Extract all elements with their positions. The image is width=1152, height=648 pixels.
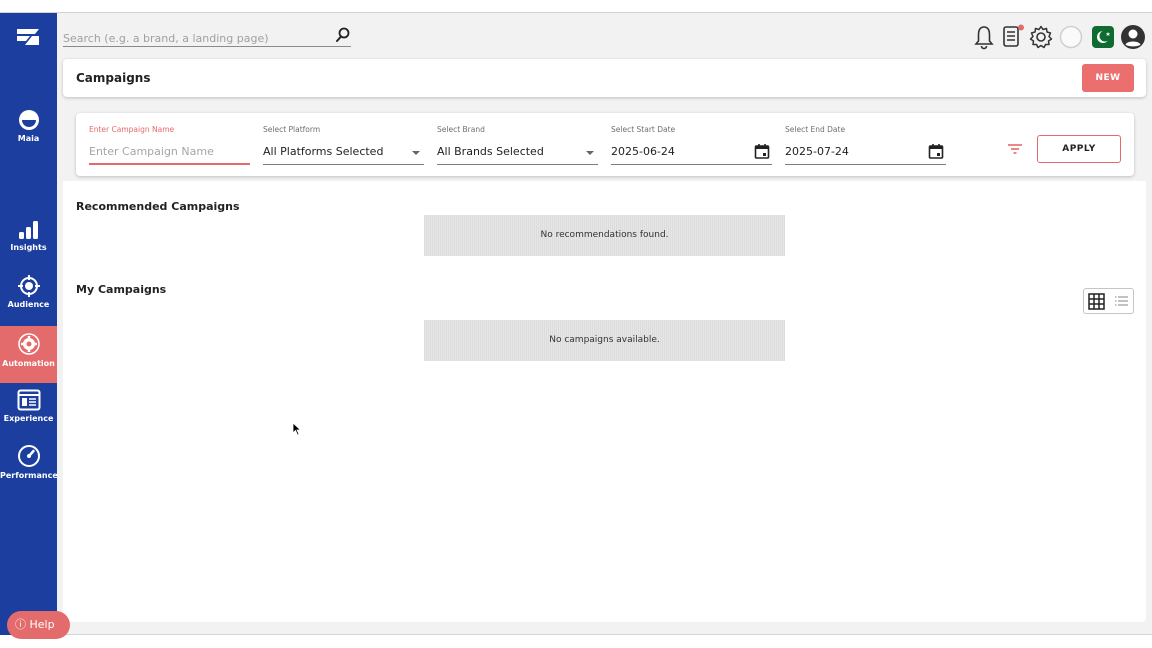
start-date-value: 2025-06-24 — [611, 145, 675, 158]
sidebar-item-insights[interactable]: Insights — [0, 220, 57, 268]
recommendations-empty-state: No recommendations found. — [424, 215, 785, 256]
gear-icon[interactable] — [1028, 23, 1054, 51]
campaign-name-label: Enter Campaign Name — [89, 125, 175, 134]
sidebar-item-performance[interactable]: Performance — [0, 444, 58, 496]
help-label: ⓘ Help — [15, 618, 55, 631]
page-header-card: Campaigns NEW — [63, 59, 1146, 97]
sidebar-item-label: Insights — [10, 243, 47, 252]
start-date-input[interactable]: 2025-06-24 — [611, 143, 772, 165]
end-date-label: Select End Date — [785, 125, 846, 134]
chevron-down-icon — [586, 151, 594, 155]
calendar-icon[interactable] — [754, 143, 770, 159]
sidebar-item-automation[interactable]: Automation — [0, 326, 57, 383]
my-campaigns-title: My Campaigns — [76, 283, 167, 296]
sidebar-item-label: Performance — [0, 471, 58, 480]
gear-icon — [17, 333, 40, 355]
brand-field: Select Brand All Brands Selected — [437, 125, 598, 165]
maia-icon — [18, 110, 39, 130]
end-date-field: Select End Date 2025-07-24 — [785, 125, 946, 165]
circle-icon[interactable] — [1058, 23, 1084, 51]
target-icon — [17, 275, 40, 297]
new-campaign-button[interactable]: NEW — [1082, 64, 1134, 92]
sidebar-item-experience[interactable]: Experience — [0, 389, 57, 441]
search-bar — [63, 27, 351, 48]
brand-label: Select Brand — [437, 125, 485, 134]
filter-icon[interactable] — [1007, 143, 1023, 155]
platform-select[interactable]: All Platforms Selected — [263, 143, 424, 165]
campaign-name-input[interactable]: Enter Campaign Name — [89, 143, 250, 165]
campaign-name-field: Enter Campaign Name Enter Campaign Name — [89, 125, 250, 165]
brand-logo-icon[interactable] — [16, 27, 40, 47]
calendar-icon[interactable] — [928, 143, 944, 159]
mouse-cursor-icon — [292, 422, 302, 436]
apply-button[interactable]: APPLY — [1037, 135, 1121, 163]
sidebar-item-maia[interactable]: Maia — [0, 109, 57, 157]
sidebar-item-label: Audience — [7, 300, 50, 309]
search-input[interactable] — [63, 29, 323, 48]
end-date-value: 2025-07-24 — [785, 145, 849, 158]
chevron-down-icon — [412, 151, 420, 155]
end-date-input[interactable]: 2025-07-24 — [785, 143, 946, 165]
view-toggle — [1083, 288, 1134, 314]
search-icon[interactable] — [335, 27, 351, 43]
brand-value: All Brands Selected — [437, 145, 544, 158]
app-window: Maia Insights Audience Automation Experi… — [0, 12, 1152, 639]
platform-field: Select Platform All Platforms Selected — [263, 125, 424, 165]
grid-view-icon[interactable] — [1088, 293, 1105, 310]
document-icon[interactable] — [1002, 23, 1028, 51]
account-icon[interactable] — [1120, 23, 1146, 51]
recommended-campaigns-title: Recommended Campaigns — [76, 200, 240, 213]
start-date-label: Select Start Date — [611, 125, 676, 134]
sidebar-item-label: Experience — [3, 414, 54, 423]
sidebar-item-label: Maia — [17, 134, 40, 143]
gauge-icon — [17, 445, 40, 467]
bell-icon[interactable] — [974, 23, 994, 51]
campaigns-empty-state: No campaigns available. — [424, 320, 785, 361]
flag-icon[interactable] — [1091, 23, 1115, 51]
platform-value: All Platforms Selected — [263, 145, 384, 158]
sidebar-item-label: Automation — [2, 359, 55, 368]
help-button[interactable]: ⓘ Help — [7, 611, 70, 639]
page-title: Campaigns — [76, 71, 151, 85]
brand-select[interactable]: All Brands Selected — [437, 143, 598, 165]
list-view-icon[interactable] — [1114, 295, 1129, 308]
filter-card: Enter Campaign Name Enter Campaign Name … — [76, 113, 1134, 176]
bar-chart-icon — [18, 221, 38, 239]
start-date-field: Select Start Date 2025-06-24 — [611, 125, 772, 165]
platform-label: Select Platform — [263, 125, 321, 134]
sidebar: Maia Insights Audience Automation Experi… — [0, 13, 58, 635]
sidebar-item-audience[interactable]: Audience — [0, 275, 57, 325]
layout-icon — [17, 389, 40, 411]
